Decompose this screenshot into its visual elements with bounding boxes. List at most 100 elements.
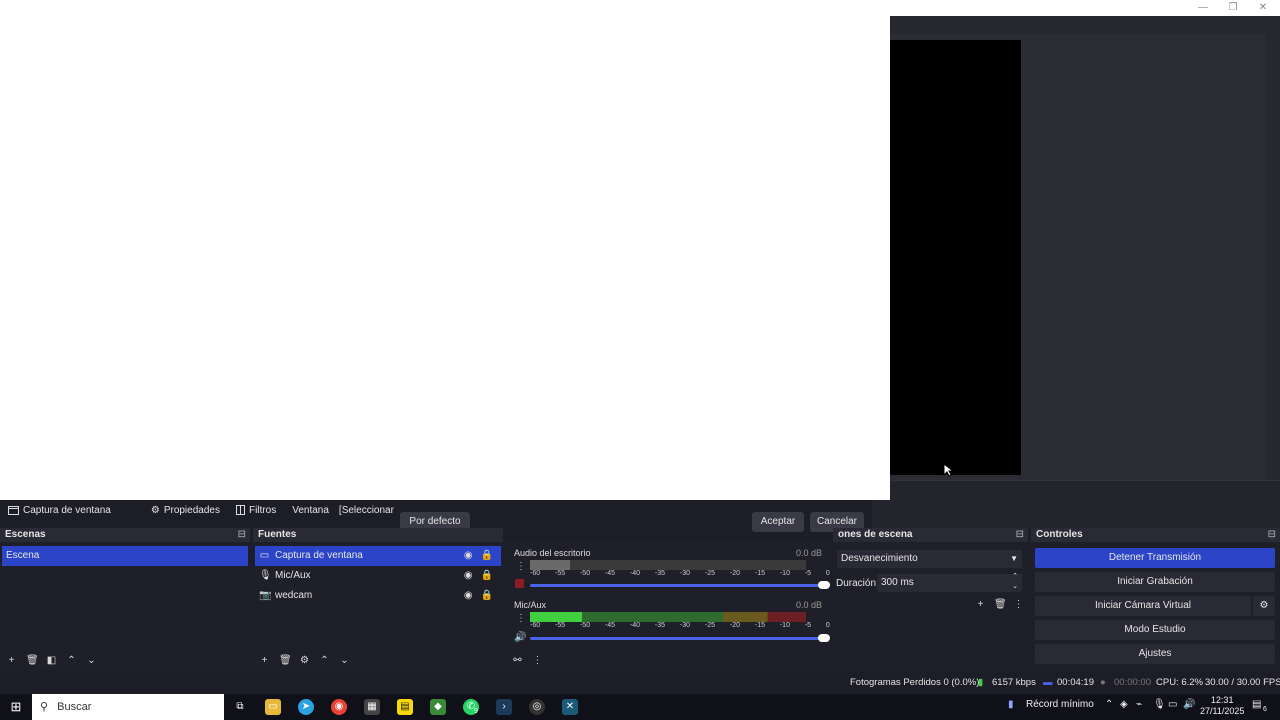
notification-icon[interactable]: ▤ xyxy=(1252,699,1261,710)
lock-icon[interactable]: 🔒 xyxy=(481,566,493,586)
kebab-menu-icon[interactable]: ⋮ xyxy=(1013,599,1024,610)
meter-ticks: -60 -55 -50 -45 -40 -35 -30 -25 -20 -15 -10 -5 0 xyxy=(530,570,830,577)
preview-footer xyxy=(890,480,1280,500)
scenes-panel: Escenas ⊟ Escena + 🗑 ◧ ⌃ ⌄ xyxy=(0,528,250,670)
volume-slider[interactable] xyxy=(530,581,830,589)
stream-icon: ▬ xyxy=(1043,677,1053,688)
source-item[interactable]: 📷 wedcam ◉ 🔒 xyxy=(255,586,501,606)
store-icon[interactable]: ▦ xyxy=(364,699,380,715)
title-bar: — ❐ ✕ xyxy=(890,0,1280,16)
mixer-channel-name: Mic/Aux xyxy=(514,600,547,610)
eye-icon[interactable]: ◉ xyxy=(464,566,473,586)
windows-start-icon[interactable]: ⊞ xyxy=(8,699,24,715)
source-item[interactable]: ▭ Captura de ventana ◉ 🔒 xyxy=(255,546,501,566)
start-recording-button[interactable]: Iniciar Grabación xyxy=(1035,572,1275,592)
spin-arrows-icon[interactable]: ⌃ ⌄ xyxy=(1012,572,1018,592)
link-icon[interactable]: ⚯ xyxy=(512,655,523,666)
clock[interactable]: 12:31 27/11/2025 xyxy=(1200,695,1244,717)
window-icon xyxy=(8,505,19,515)
close-button[interactable]: ✕ xyxy=(1256,2,1270,14)
lock-icon[interactable]: 🔒 xyxy=(481,586,493,606)
kebab-menu-icon[interactable]: ⋮ xyxy=(532,655,543,666)
accept-button[interactable]: Aceptar xyxy=(752,512,804,532)
chevron-up-icon[interactable]: ⌃ xyxy=(66,655,77,666)
cpu-usage: CPU: 6.2% xyxy=(1156,677,1203,688)
filter-icon[interactable]: ◧ xyxy=(46,655,57,666)
taskbar-search[interactable]: ⚲ Buscar xyxy=(32,694,224,720)
telegram-icon[interactable]: ➤ xyxy=(298,699,314,715)
stream-time: 00:04:19 xyxy=(1057,677,1094,688)
tray-chevron-icon[interactable]: ⌃ xyxy=(1105,699,1113,710)
controls-panel: Controles ⊟ Detener Transmisión Iniciar … xyxy=(1031,528,1280,670)
mixer-channel-db: 0.0 dB xyxy=(795,600,822,610)
sticky-notes-icon[interactable]: ▤ xyxy=(397,699,413,715)
taskbar: ⊞ ⚲ Buscar ⧉ ▭ ➤ ◉ ▦ ▤ ◆ ✆ 9 › ◎ ✕ ▮ Réc… xyxy=(0,694,1280,720)
lock-icon[interactable]: 🔒 xyxy=(481,546,493,566)
chevron-down-icon[interactable]: ⌄ xyxy=(86,655,97,666)
controls-header: Controles ⊟ xyxy=(1031,528,1280,542)
chevron-up-icon[interactable]: ⌃ xyxy=(319,655,330,666)
chrome-icon[interactable]: ◉ xyxy=(331,699,347,715)
notification-count: 6 xyxy=(1263,706,1267,713)
properties-button[interactable]: ⚙ Propiedades xyxy=(143,500,228,520)
record-icon: ● xyxy=(1100,677,1106,688)
dropped-frames: Fotogramas Perdidos 0 (0.0%) xyxy=(850,677,980,688)
app-icon[interactable]: ◆ xyxy=(430,699,446,715)
meter-ticks: -60 -55 -50 -45 -40 -35 -30 -25 -20 -15 -10 -5 0 xyxy=(530,622,830,629)
microphone-icon[interactable]: 🎙 xyxy=(1153,699,1166,710)
settings-button[interactable]: Ajustes xyxy=(1035,644,1275,664)
filters-button[interactable]: Filtros xyxy=(228,500,284,520)
transitions-header: ones de escena ⊟ xyxy=(833,528,1028,542)
scenes-header: Escenas ⊟ xyxy=(0,528,250,542)
kebab-menu-icon[interactable]: ⋮ xyxy=(516,561,526,572)
kebab-menu-icon[interactable]: ⋮ xyxy=(516,613,526,624)
start-virtual-cam-button[interactable]: Iniciar Cámara Virtual xyxy=(1035,596,1251,616)
gear-icon[interactable]: ⚙ xyxy=(299,655,310,666)
speaker-muted-icon[interactable] xyxy=(515,579,524,588)
dock-menu-icon[interactable]: ⊟ xyxy=(1268,528,1276,542)
slider-knob[interactable] xyxy=(818,634,830,642)
source-item[interactable]: 🎙 Mic/Aux ◉ 🔒 xyxy=(255,566,501,586)
preview-source-capture[interactable] xyxy=(890,40,1021,475)
volume-icon[interactable]: 🔊 xyxy=(1183,699,1195,710)
transition-select[interactable]: Desvanecimiento ▼ xyxy=(837,550,1022,568)
maximize-button[interactable]: ❐ xyxy=(1226,2,1240,14)
add-icon[interactable]: + xyxy=(975,599,986,610)
eye-icon[interactable]: ◉ xyxy=(464,586,473,606)
file-explorer-icon[interactable]: ▭ xyxy=(265,699,281,715)
dock-divider xyxy=(872,500,1280,528)
task-view-icon[interactable]: ⧉ xyxy=(232,699,248,715)
trash-icon[interactable]: 🗑 xyxy=(279,655,292,666)
slider-knob[interactable] xyxy=(818,581,830,589)
dock-menu-icon[interactable]: ⊟ xyxy=(238,528,246,542)
stop-stream-button[interactable]: Detener Transmisión xyxy=(1035,548,1275,568)
sources-header: Fuentes xyxy=(253,528,503,542)
tray-network-icon[interactable]: ⌁ xyxy=(1136,699,1142,710)
audio-mixer-panel: Audio del escritorio 0.0 dB ⋮ -60 -55 -50-… xyxy=(506,541,830,670)
chevron-down-icon[interactable]: ⌄ xyxy=(339,655,350,666)
virtual-cam-settings-button[interactable]: ⚙ xyxy=(1253,596,1275,616)
tray-app-icon[interactable]: ◈ xyxy=(1120,699,1128,710)
add-icon[interactable]: + xyxy=(259,655,270,666)
trash-icon[interactable]: 🗑 xyxy=(994,599,1007,610)
speaker-icon[interactable]: 🔊 xyxy=(514,632,526,643)
scene-item[interactable]: Escena xyxy=(2,546,248,566)
eye-icon[interactable]: ◉ xyxy=(464,546,473,566)
thermometer-icon: ▮ xyxy=(1008,699,1014,710)
transitions-toolbar: + 🗑 ⋮ xyxy=(969,596,1028,612)
source-toolbar: Captura de ventana ⚙ Propiedades Filtros… xyxy=(0,500,407,520)
studio-mode-button[interactable]: Modo Estudio xyxy=(1035,620,1275,640)
trash-icon[interactable]: 🗑 xyxy=(26,655,39,666)
dock-menu-icon[interactable]: ⊟ xyxy=(1016,528,1024,542)
obs-icon[interactable]: ◎ xyxy=(529,699,545,715)
volume-slider[interactable] xyxy=(530,634,830,642)
gear-icon: ⚙ xyxy=(1259,600,1269,611)
display-icon[interactable]: ▭ xyxy=(1168,699,1177,710)
weather-label[interactable]: Récord mínimo xyxy=(1026,699,1094,710)
source-name: Captura de ventana xyxy=(0,500,119,520)
duration-spinbox[interactable]: 300 ms ⌃ ⌄ xyxy=(877,572,1022,592)
terminal-icon[interactable]: › xyxy=(496,699,512,715)
add-icon[interactable]: + xyxy=(6,655,17,666)
app-icon-2[interactable]: ✕ xyxy=(562,699,578,715)
minimize-button[interactable]: — xyxy=(1196,2,1210,14)
